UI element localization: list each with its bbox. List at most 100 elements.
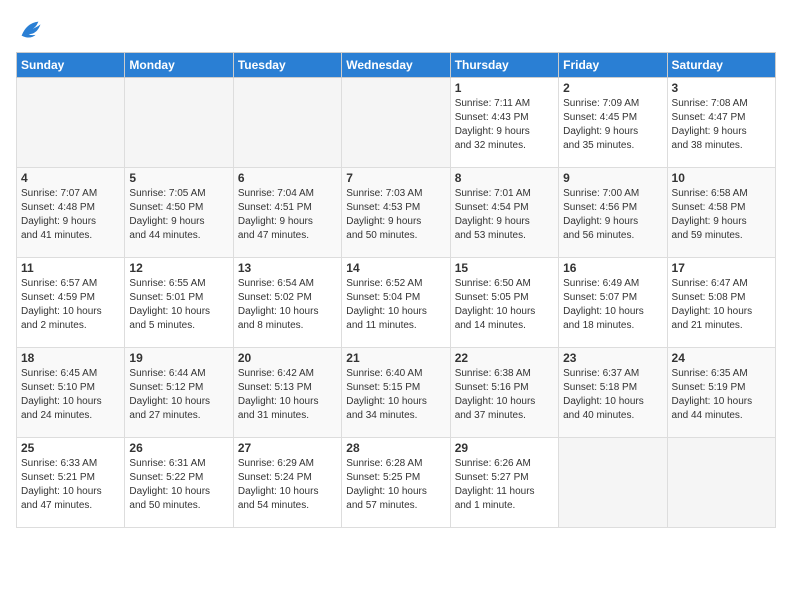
calendar-body: 1 Sunrise: 7:11 AM Sunset: 4:43 PM Daylig… — [17, 78, 776, 528]
calendar-cell: 14 Sunrise: 6:52 AM Sunset: 5:04 PM Dayli… — [342, 258, 450, 348]
calendar-table: SundayMondayTuesdayWednesdayThursdayFrid… — [16, 52, 776, 528]
day-number: 24 — [672, 351, 771, 365]
day-info: Sunrise: 6:45 AM Sunset: 5:10 PM Dayligh… — [21, 367, 120, 423]
day-number: 8 — [455, 171, 554, 185]
day-number: 25 — [21, 441, 120, 455]
day-info: Sunrise: 7:01 AM Sunset: 4:54 PM Dayligh… — [455, 187, 554, 243]
day-number: 15 — [455, 261, 554, 275]
day-number: 14 — [346, 261, 445, 275]
calendar-cell: 7 Sunrise: 7:03 AM Sunset: 4:53 PM Daylig… — [342, 168, 450, 258]
day-number: 21 — [346, 351, 445, 365]
calendar-week-5: 25 Sunrise: 6:33 AM Sunset: 5:21 PM Dayli… — [17, 438, 776, 528]
calendar-cell: 16 Sunrise: 6:49 AM Sunset: 5:07 PM Dayli… — [559, 258, 667, 348]
day-info: Sunrise: 6:55 AM Sunset: 5:01 PM Dayligh… — [129, 277, 228, 333]
day-info: Sunrise: 6:37 AM Sunset: 5:18 PM Dayligh… — [563, 367, 662, 423]
calendar-cell: 8 Sunrise: 7:01 AM Sunset: 4:54 PM Daylig… — [450, 168, 558, 258]
calendar-cell — [233, 78, 341, 168]
day-info: Sunrise: 6:50 AM Sunset: 5:05 PM Dayligh… — [455, 277, 554, 333]
calendar-cell: 24 Sunrise: 6:35 AM Sunset: 5:19 PM Dayli… — [667, 348, 775, 438]
day-info: Sunrise: 6:52 AM Sunset: 5:04 PM Dayligh… — [346, 277, 445, 333]
calendar-cell: 27 Sunrise: 6:29 AM Sunset: 5:24 PM Dayli… — [233, 438, 341, 528]
calendar-cell: 10 Sunrise: 6:58 AM Sunset: 4:58 PM Dayli… — [667, 168, 775, 258]
day-info: Sunrise: 6:38 AM Sunset: 5:16 PM Dayligh… — [455, 367, 554, 423]
day-info: Sunrise: 6:44 AM Sunset: 5:12 PM Dayligh… — [129, 367, 228, 423]
calendar-cell: 5 Sunrise: 7:05 AM Sunset: 4:50 PM Daylig… — [125, 168, 233, 258]
calendar-cell: 3 Sunrise: 7:08 AM Sunset: 4:47 PM Daylig… — [667, 78, 775, 168]
day-info: Sunrise: 6:47 AM Sunset: 5:08 PM Dayligh… — [672, 277, 771, 333]
calendar-cell: 28 Sunrise: 6:28 AM Sunset: 5:25 PM Dayli… — [342, 438, 450, 528]
day-info: Sunrise: 6:29 AM Sunset: 5:24 PM Dayligh… — [238, 457, 337, 513]
calendar-week-4: 18 Sunrise: 6:45 AM Sunset: 5:10 PM Dayli… — [17, 348, 776, 438]
calendar-cell: 18 Sunrise: 6:45 AM Sunset: 5:10 PM Dayli… — [17, 348, 125, 438]
day-number: 27 — [238, 441, 337, 455]
logo — [16, 16, 48, 44]
day-number: 11 — [21, 261, 120, 275]
calendar-cell: 12 Sunrise: 6:55 AM Sunset: 5:01 PM Dayli… — [125, 258, 233, 348]
day-number: 19 — [129, 351, 228, 365]
day-number: 12 — [129, 261, 228, 275]
day-info: Sunrise: 6:49 AM Sunset: 5:07 PM Dayligh… — [563, 277, 662, 333]
weekday-header-monday: Monday — [125, 53, 233, 78]
calendar-cell — [342, 78, 450, 168]
day-number: 9 — [563, 171, 662, 185]
day-info: Sunrise: 6:40 AM Sunset: 5:15 PM Dayligh… — [346, 367, 445, 423]
calendar-week-3: 11 Sunrise: 6:57 AM Sunset: 4:59 PM Dayli… — [17, 258, 776, 348]
calendar-cell: 19 Sunrise: 6:44 AM Sunset: 5:12 PM Dayli… — [125, 348, 233, 438]
day-info: Sunrise: 7:08 AM Sunset: 4:47 PM Dayligh… — [672, 97, 771, 153]
day-number: 2 — [563, 81, 662, 95]
day-info: Sunrise: 7:09 AM Sunset: 4:45 PM Dayligh… — [563, 97, 662, 153]
logo-icon — [16, 16, 44, 44]
day-info: Sunrise: 7:00 AM Sunset: 4:56 PM Dayligh… — [563, 187, 662, 243]
day-number: 16 — [563, 261, 662, 275]
weekday-header-sunday: Sunday — [17, 53, 125, 78]
day-number: 3 — [672, 81, 771, 95]
day-info: Sunrise: 6:31 AM Sunset: 5:22 PM Dayligh… — [129, 457, 228, 513]
calendar-cell: 13Sunrise: 6:54 AM Sunset: 5:02 PM Dayli… — [233, 258, 341, 348]
day-number: 22 — [455, 351, 554, 365]
calendar-cell: 11 Sunrise: 6:57 AM Sunset: 4:59 PM Dayli… — [17, 258, 125, 348]
day-number: 7 — [346, 171, 445, 185]
calendar-cell: 22 Sunrise: 6:38 AM Sunset: 5:16 PM Dayli… — [450, 348, 558, 438]
day-number: 6 — [238, 171, 337, 185]
day-number: 10 — [672, 171, 771, 185]
day-info: Sunrise: 6:58 AM Sunset: 4:58 PM Dayligh… — [672, 187, 771, 243]
day-info: Sunrise: 7:11 AM Sunset: 4:43 PM Dayligh… — [455, 97, 554, 153]
calendar-cell — [667, 438, 775, 528]
calendar-cell: 9 Sunrise: 7:00 AM Sunset: 4:56 PM Daylig… — [559, 168, 667, 258]
calendar-cell — [559, 438, 667, 528]
calendar-cell: 23Sunrise: 6:37 AM Sunset: 5:18 PM Dayli… — [559, 348, 667, 438]
day-info: Sunrise: 6:26 AM Sunset: 5:27 PM Dayligh… — [455, 457, 554, 513]
day-info: Sunrise: 6:42 AM Sunset: 5:13 PM Dayligh… — [238, 367, 337, 423]
page-header — [16, 16, 776, 44]
day-info: Sunrise: 7:03 AM Sunset: 4:53 PM Dayligh… — [346, 187, 445, 243]
calendar-cell: 20 Sunrise: 6:42 AM Sunset: 5:13 PM Dayli… — [233, 348, 341, 438]
day-info: Sunrise: 7:07 AM Sunset: 4:48 PM Dayligh… — [21, 187, 120, 243]
calendar-cell: 6Sunrise: 7:04 AM Sunset: 4:51 PM Daylig… — [233, 168, 341, 258]
day-number: 28 — [346, 441, 445, 455]
calendar-week-1: 1 Sunrise: 7:11 AM Sunset: 4:43 PM Daylig… — [17, 78, 776, 168]
day-number: 5 — [129, 171, 228, 185]
day-number: 20 — [238, 351, 337, 365]
day-number: 18 — [21, 351, 120, 365]
day-number: 17 — [672, 261, 771, 275]
weekday-header-thursday: Thursday — [450, 53, 558, 78]
calendar-cell — [17, 78, 125, 168]
calendar-cell: 26 Sunrise: 6:31 AM Sunset: 5:22 PM Dayli… — [125, 438, 233, 528]
calendar-cell: 1 Sunrise: 7:11 AM Sunset: 4:43 PM Daylig… — [450, 78, 558, 168]
calendar-cell: 2 Sunrise: 7:09 AM Sunset: 4:45 PM Daylig… — [559, 78, 667, 168]
day-number: 26 — [129, 441, 228, 455]
day-info: Sunrise: 6:35 AM Sunset: 5:19 PM Dayligh… — [672, 367, 771, 423]
weekday-header-friday: Friday — [559, 53, 667, 78]
day-info: Sunrise: 6:28 AM Sunset: 5:25 PM Dayligh… — [346, 457, 445, 513]
day-info: Sunrise: 7:05 AM Sunset: 4:50 PM Dayligh… — [129, 187, 228, 243]
weekday-header-saturday: Saturday — [667, 53, 775, 78]
day-number: 1 — [455, 81, 554, 95]
day-number: 4 — [21, 171, 120, 185]
calendar-cell: 25 Sunrise: 6:33 AM Sunset: 5:21 PM Dayli… — [17, 438, 125, 528]
calendar-cell: 29Sunrise: 6:26 AM Sunset: 5:27 PM Dayli… — [450, 438, 558, 528]
day-info: Sunrise: 6:54 AM Sunset: 5:02 PM Dayligh… — [238, 277, 337, 333]
day-info: Sunrise: 6:57 AM Sunset: 4:59 PM Dayligh… — [21, 277, 120, 333]
calendar-cell: 21 Sunrise: 6:40 AM Sunset: 5:15 PM Dayli… — [342, 348, 450, 438]
day-info: Sunrise: 6:33 AM Sunset: 5:21 PM Dayligh… — [21, 457, 120, 513]
calendar-cell — [125, 78, 233, 168]
